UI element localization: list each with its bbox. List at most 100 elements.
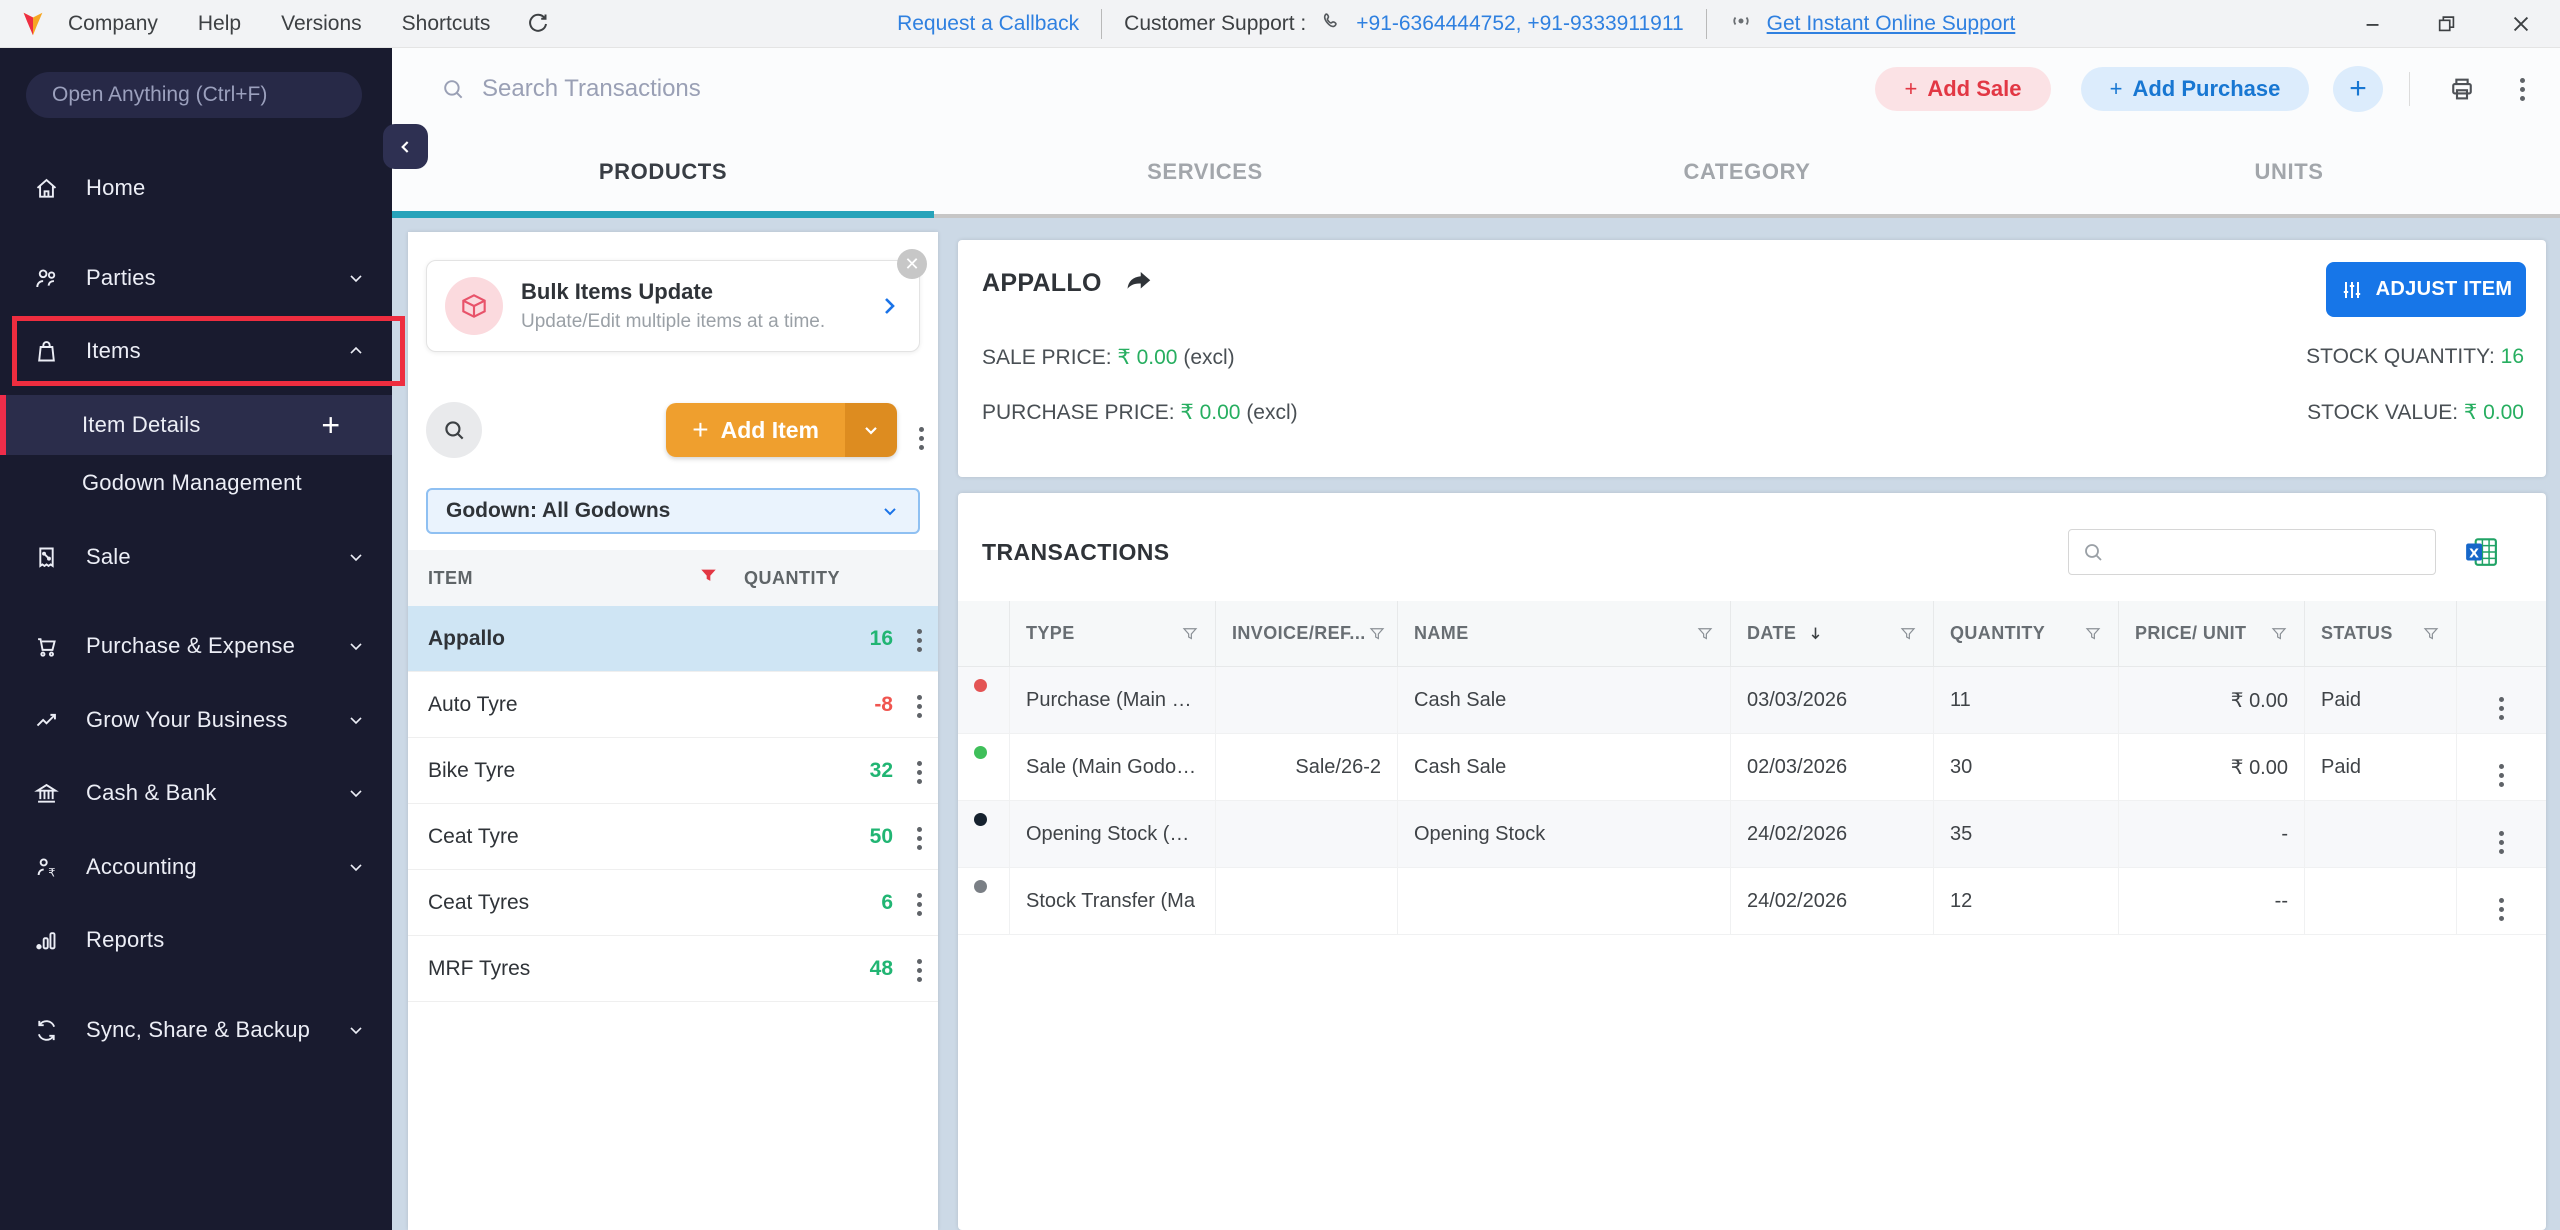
list-item[interactable]: Bike Tyre 32 [408,738,938,804]
column-invoice[interactable]: INVOICE/REF... [1216,601,1398,667]
column-date[interactable]: DATE [1731,601,1934,667]
table-row[interactable]: Opening Stock (… Opening Stock 24/02/202… [958,801,2546,868]
sidebar-item-item-details[interactable]: Item Details + [0,395,392,455]
row-options-kebab-icon[interactable] [917,895,922,911]
close-banner-icon[interactable]: ✕ [897,249,927,279]
menu-shortcuts[interactable]: Shortcuts [402,12,491,36]
add-item-plus-icon[interactable]: + [321,407,340,444]
list-item[interactable]: Appallo 16 [408,606,938,672]
list-item[interactable]: Ceat Tyres 6 [408,870,938,936]
sidebar-item-purchase-expense[interactable]: Purchase & Expense [0,618,392,674]
dot-column-header [958,601,1010,667]
list-item[interactable]: Auto Tyre -8 [408,672,938,738]
sidebar-item-accounting[interactable]: ₹ Accounting [0,839,392,895]
export-excel-icon[interactable]: X [2464,535,2498,569]
print-icon[interactable] [2440,67,2484,111]
menu-company[interactable]: Company [68,12,158,36]
package-icon [445,277,503,335]
row-options-kebab-icon[interactable] [917,829,922,845]
column-name[interactable]: NAME [1398,601,1731,667]
table-row[interactable]: Purchase (Main … Cash Sale 03/03/2026 11… [958,667,2546,734]
row-options-kebab-icon[interactable] [917,631,922,647]
table-row[interactable]: Stock Transfer (Ma 24/02/2026 12 -- [958,868,2546,935]
tab-products[interactable]: PRODUCTS [392,130,934,214]
home-icon [33,175,63,202]
search-transactions-input[interactable] [482,75,982,103]
filter-icon[interactable] [2422,625,2440,643]
refresh-icon[interactable] [526,12,550,36]
transactions-search-input[interactable] [2115,541,2423,564]
open-anything-input[interactable] [26,72,362,118]
row-options-kebab-icon[interactable] [2457,801,2546,868]
bank-icon [33,780,63,807]
list-item[interactable]: Ceat Tyre 50 [408,804,938,870]
actions-column-header [2457,601,2546,667]
add-item-button[interactable]: +Add Item [666,403,897,457]
menu-help[interactable]: Help [198,12,241,36]
filter-icon[interactable] [699,566,718,590]
filter-icon[interactable] [2084,625,2102,643]
support-phone-numbers[interactable]: +91-6364444752, +91-9333911911 [1356,12,1683,36]
sidebar-item-home[interactable]: Home [0,160,392,216]
items-bag-icon [33,338,63,365]
sidebar-item-reports[interactable]: Reports [0,912,392,968]
sidebar-item-godown-management[interactable]: Godown Management [0,455,392,511]
online-support-link[interactable]: Get Instant Online Support [1767,12,2016,36]
menu-versions[interactable]: Versions [281,12,362,36]
column-status[interactable]: STATUS [2305,601,2457,667]
add-more-button[interactable]: + [2333,66,2383,112]
row-options-kebab-icon[interactable] [917,961,922,977]
row-options-kebab-icon[interactable] [2457,868,2546,935]
sidebar-item-parties[interactable]: Parties [0,250,392,306]
sidebar: Home Parties Items Item Details + [0,48,392,1230]
tab-services[interactable]: SERVICES [934,130,1476,214]
column-price-unit[interactable]: PRICE/ UNIT [2119,601,2305,667]
transactions-search-box[interactable] [2068,529,2436,575]
sidebar-item-sync-share-backup[interactable]: Sync, Share & Backup [0,1002,392,1058]
tab-category[interactable]: CATEGORY [1476,130,2018,214]
sidebar-item-label: Reports [86,927,164,953]
transaction-search[interactable] [440,75,1875,103]
add-item-dropdown-caret[interactable] [845,403,897,457]
item-list-options-kebab-icon[interactable] [919,403,924,457]
filter-icon[interactable] [1696,625,1714,643]
filter-icon[interactable] [1368,625,1386,643]
column-type[interactable]: TYPE [1010,601,1216,667]
sidebar-item-sale[interactable]: Sale [0,529,392,585]
row-options-kebab-icon[interactable] [917,697,922,713]
item-search-button[interactable] [426,402,482,458]
tab-units[interactable]: UNITS [2018,130,2560,214]
request-callback-link[interactable]: Request a Callback [897,12,1079,36]
bulk-items-update-card[interactable]: Bulk Items Update Update/Edit multiple i… [426,260,920,352]
sort-descending-icon[interactable] [1806,624,1825,643]
add-sale-button[interactable]: +Add Sale [1875,67,2051,111]
row-options-kebab-icon[interactable] [2457,667,2546,734]
sidebar-item-cash-bank[interactable]: Cash & Bank [0,765,392,821]
sidebar-item-items[interactable]: Items [0,323,392,379]
restore-icon[interactable] [2436,13,2458,35]
status-dot [974,746,987,759]
filter-icon[interactable] [1899,625,1917,643]
sidebar-item-label: Sync, Share & Backup [86,1017,310,1043]
list-item[interactable]: MRF Tyres 48 [408,936,938,1002]
adjust-item-button[interactable]: ADJUST ITEM [2326,262,2526,317]
table-row[interactable]: Sale (Main Godo… Sale/26-2 Cash Sale 02/… [958,734,2546,801]
sidebar-collapse-button[interactable] [383,124,428,169]
parties-icon [33,265,63,292]
add-purchase-button[interactable]: +Add Purchase [2081,67,2309,111]
column-quantity[interactable]: QUANTITY [1934,601,2119,667]
row-options-kebab-icon[interactable] [2457,734,2546,801]
filter-icon[interactable] [2270,625,2288,643]
item-list: Appallo 16 Auto Tyre -8 Bike Tyre 32 [408,606,938,1230]
purchase-price: PURCHASE PRICE: ₹ 0.00 (excl) [982,400,1298,425]
close-icon[interactable] [2510,13,2532,35]
row-options-kebab-icon[interactable] [917,763,922,779]
minimize-icon[interactable] [2362,13,2384,35]
filter-icon[interactable] [1181,625,1199,643]
divider [1706,9,1707,39]
sidebar-item-label: Item Details [82,412,201,438]
share-icon[interactable] [1124,266,1154,301]
more-options-kebab-icon[interactable] [2500,67,2544,111]
godown-filter-dropdown[interactable]: Godown: All Godowns [426,488,920,534]
sidebar-item-grow-your-business[interactable]: Grow Your Business [0,692,392,748]
